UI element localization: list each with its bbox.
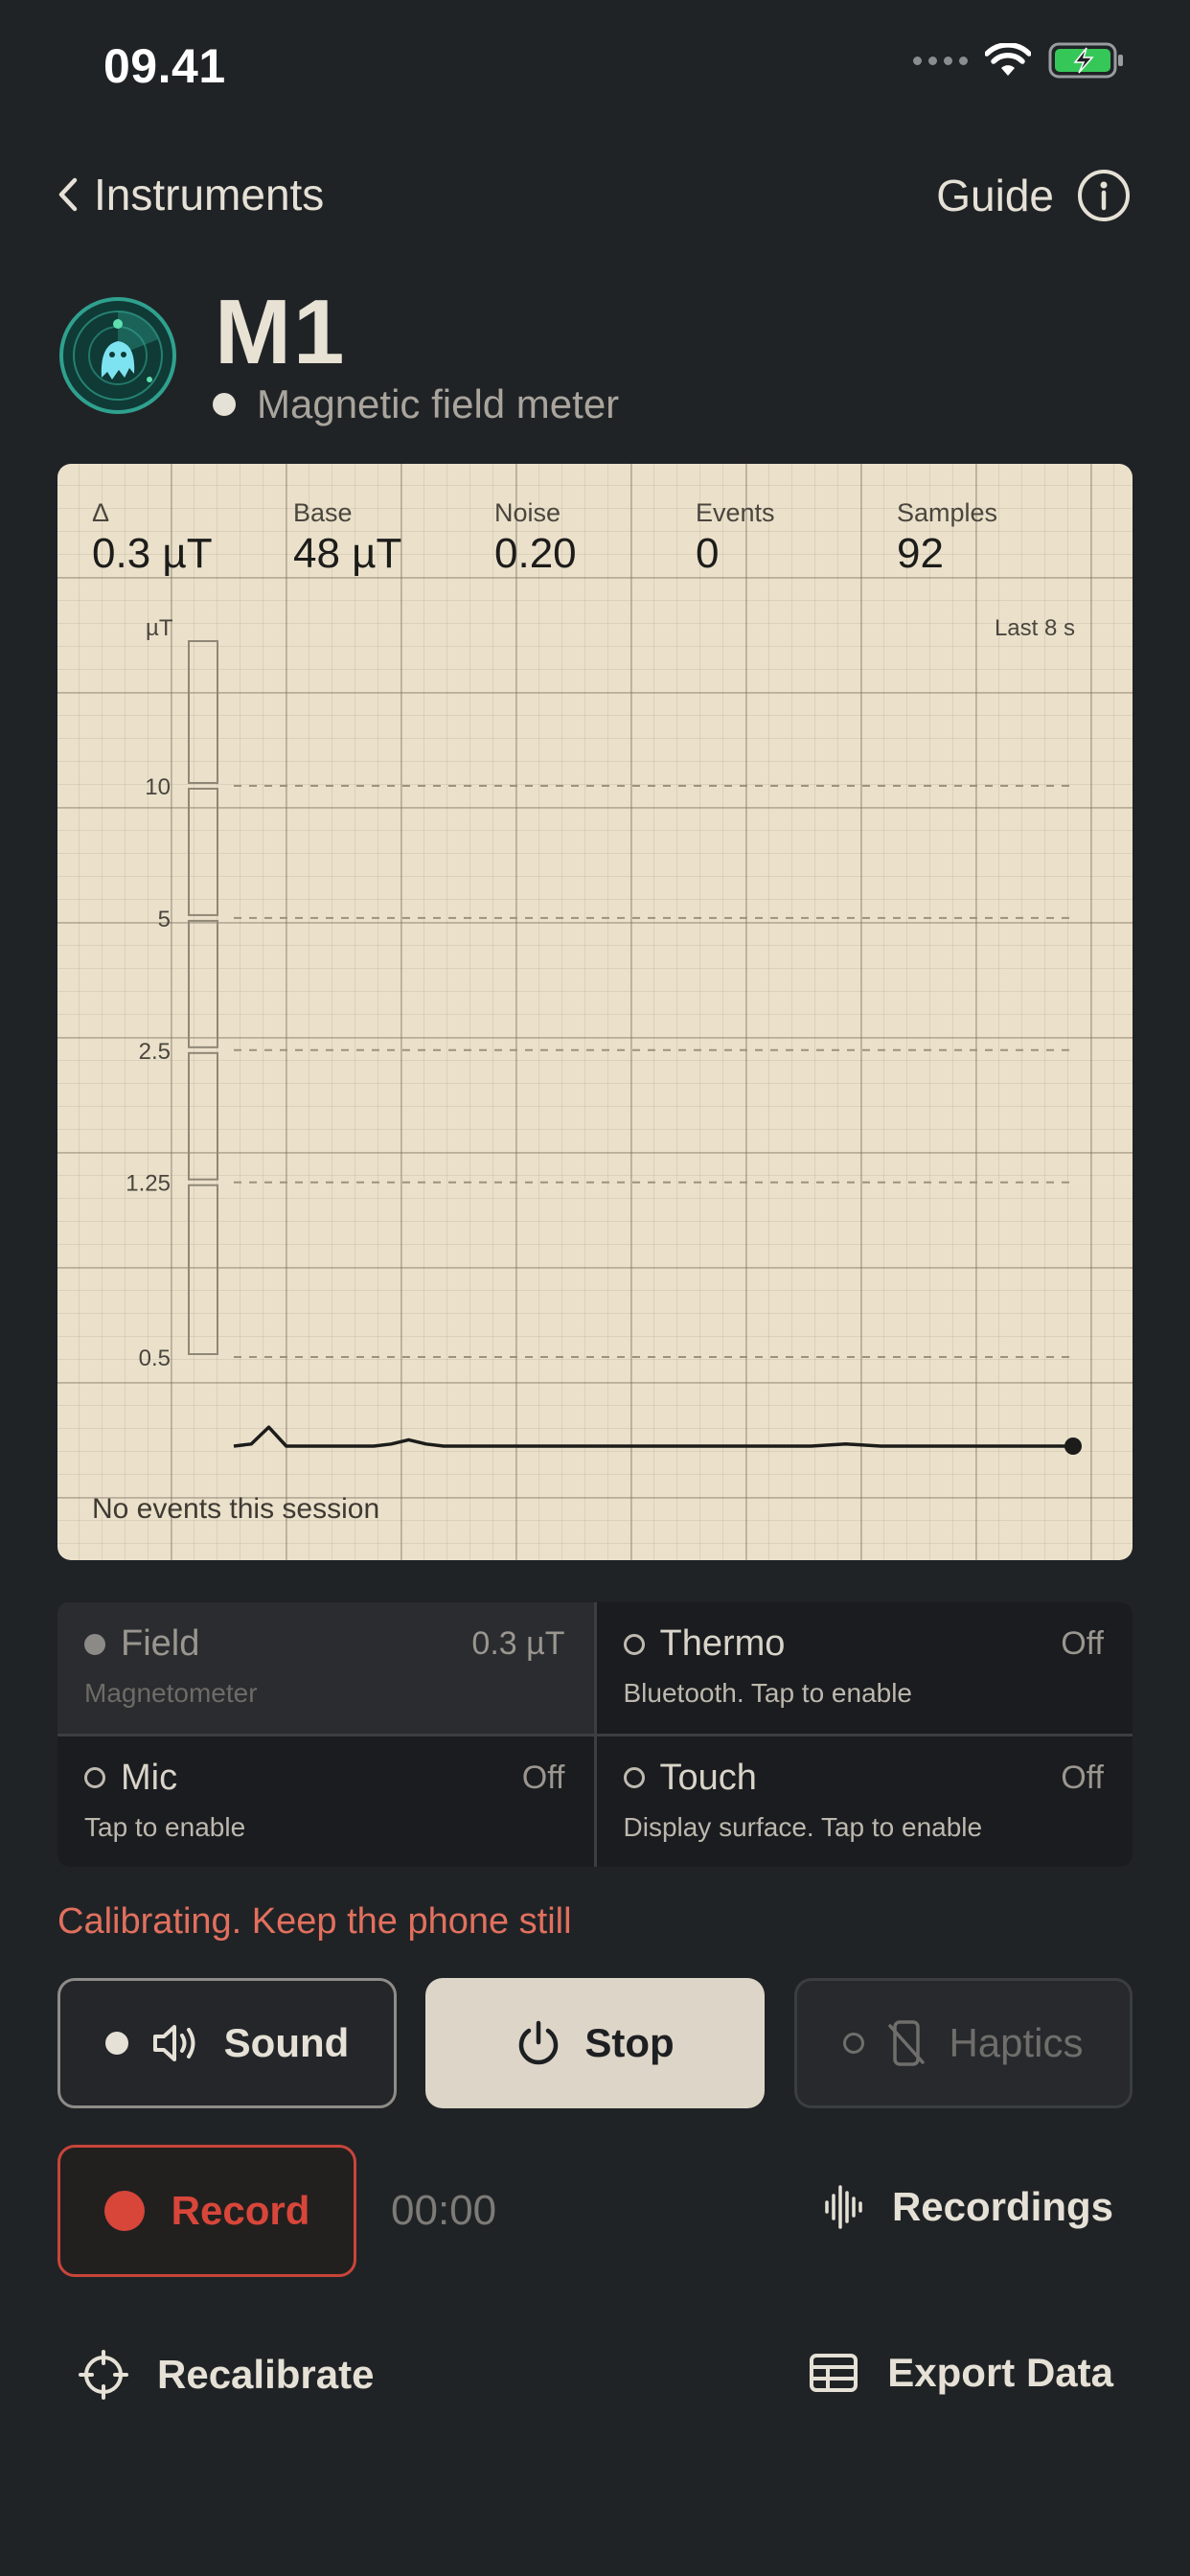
table-icon xyxy=(810,2354,858,2392)
wifi-icon xyxy=(985,43,1031,76)
haptics-label: Haptics xyxy=(949,2020,1084,2065)
y-tick-label: 1.25 xyxy=(126,1171,171,1197)
sensor-name: Field xyxy=(121,1623,200,1664)
subtitle-text: Magnetic field meter xyxy=(257,381,620,426)
sound-indicator xyxy=(104,2032,128,2055)
y-tick-label: 2.5 xyxy=(139,1039,171,1065)
series-line xyxy=(233,1425,1073,1448)
sensor-indicator xyxy=(84,1633,105,1655)
sensor-value: Off xyxy=(1061,1625,1104,1662)
export-data-button[interactable]: Export Data xyxy=(809,2350,1113,2396)
sensor-field[interactable]: Field 0.3 µT Magnetometer xyxy=(57,1602,594,1734)
y-tick-label: 10 xyxy=(145,774,171,800)
scale-segment xyxy=(188,919,218,1048)
stop-button[interactable]: Stop xyxy=(425,1978,765,2108)
y-tick-label: 0.5 xyxy=(139,1346,171,1371)
status-time: 09.41 xyxy=(103,39,226,93)
scale-segment xyxy=(188,640,218,784)
guide-button[interactable]: Guide xyxy=(936,169,1131,222)
page-title: M1 xyxy=(215,281,347,383)
sensor-indicator xyxy=(623,1767,645,1788)
sensor-indicator xyxy=(623,1633,645,1655)
sensor-touch[interactable]: Touch Off Display surface. Tap to enable xyxy=(596,1736,1133,1867)
sensor-thermo[interactable]: Thermo Off Bluetooth. Tap to enable xyxy=(596,1602,1133,1734)
instrument-subtitle: Magnetic field meter xyxy=(213,381,619,427)
status-icons xyxy=(913,42,1125,79)
sensor-value: Off xyxy=(1061,1759,1104,1796)
calibration-status: Calibrating. Keep the phone still xyxy=(57,1901,572,1942)
ghost-radar-logo xyxy=(59,297,176,414)
recordings-button[interactable]: Recordings xyxy=(823,2183,1113,2231)
scale-segment xyxy=(188,1051,218,1181)
sensor-name: Thermo xyxy=(659,1623,786,1664)
sensor-mic[interactable]: Mic Off Tap to enable xyxy=(57,1736,594,1867)
info-icon xyxy=(1078,170,1130,221)
sensor-value: 0.3 µT xyxy=(471,1625,565,1662)
record-label: Record xyxy=(171,2188,310,2233)
recalibrate-button[interactable]: Recalibrate xyxy=(79,2350,374,2400)
power-icon xyxy=(519,2020,559,2065)
back-button[interactable]: Instruments xyxy=(57,169,324,220)
haptics-indicator xyxy=(843,2033,865,2054)
battery-charging-icon xyxy=(1048,42,1123,79)
events-summary: No events this session xyxy=(92,1493,380,1525)
sensor-grid: Field 0.3 µT Magnetometer Thermo Off Blu… xyxy=(57,1602,1133,1867)
sound-label: Sound xyxy=(223,2020,350,2065)
sensor-sub: Bluetooth. Tap to enable xyxy=(623,1678,913,1708)
recording-timer: 00:00 xyxy=(391,2187,497,2234)
chevron-left-icon xyxy=(58,177,78,212)
crosshair-icon xyxy=(79,2350,128,2400)
recalibrate-label: Recalibrate xyxy=(157,2352,375,2397)
scale-segment xyxy=(188,788,218,916)
no-phone-icon xyxy=(888,2020,926,2066)
speaker-icon xyxy=(152,2025,195,2061)
haptics-button[interactable]: Haptics xyxy=(794,1978,1133,2108)
current-point xyxy=(1064,1438,1082,1455)
sensor-sub: Magnetometer xyxy=(84,1678,258,1708)
cellular-signal-icon xyxy=(913,56,968,65)
y-tick-label: 5 xyxy=(158,907,171,932)
guide-label: Guide xyxy=(936,171,1054,220)
chart-panel: Δ 0.3 µT Base 48 µT Noise 0.20 Events 0 … xyxy=(57,464,1133,1560)
back-label: Instruments xyxy=(94,170,325,219)
sensor-value: Off xyxy=(521,1759,565,1796)
record-button[interactable]: Record xyxy=(57,2145,356,2277)
recordings-label: Recordings xyxy=(891,2184,1113,2229)
sensor-name: Touch xyxy=(659,1757,757,1798)
sensor-sub: Display surface. Tap to enable xyxy=(623,1811,983,1842)
field-chart: 10 5 2.5 1.25 0.5 xyxy=(126,640,1082,1455)
sensor-name: Mic xyxy=(121,1757,178,1798)
scale-segment xyxy=(188,1184,218,1355)
record-dot-icon xyxy=(103,2191,145,2231)
status-dot xyxy=(213,393,236,416)
sensor-indicator xyxy=(84,1767,105,1788)
sound-button[interactable]: Sound xyxy=(57,1978,397,2108)
waveform-icon xyxy=(825,2185,862,2229)
stop-label: Stop xyxy=(584,2020,675,2065)
export-label: Export Data xyxy=(887,2350,1113,2395)
sensor-sub: Tap to enable xyxy=(84,1811,246,1842)
